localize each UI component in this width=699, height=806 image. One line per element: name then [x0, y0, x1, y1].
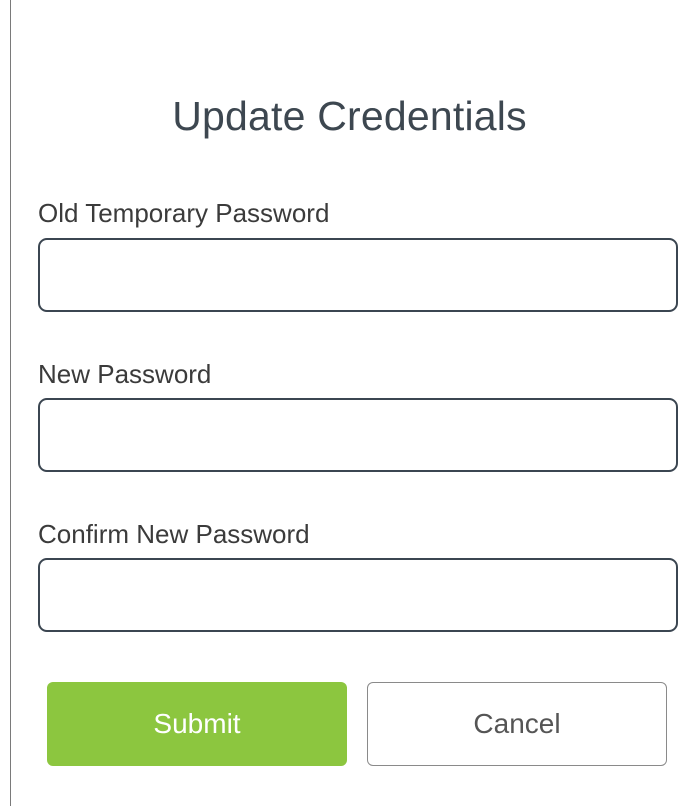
- confirm-new-password-input[interactable]: [38, 558, 678, 632]
- page-title: Update Credentials: [172, 93, 527, 139]
- new-password-input[interactable]: [38, 398, 678, 472]
- confirm-new-password-label: Confirm New Password: [38, 519, 310, 549]
- old-temporary-password-input[interactable]: [38, 238, 678, 312]
- submit-button[interactable]: Submit: [47, 682, 347, 766]
- old-temporary-password-label: Old Temporary Password: [38, 198, 330, 228]
- cancel-button[interactable]: Cancel: [367, 682, 667, 766]
- new-password-label: New Password: [38, 359, 212, 389]
